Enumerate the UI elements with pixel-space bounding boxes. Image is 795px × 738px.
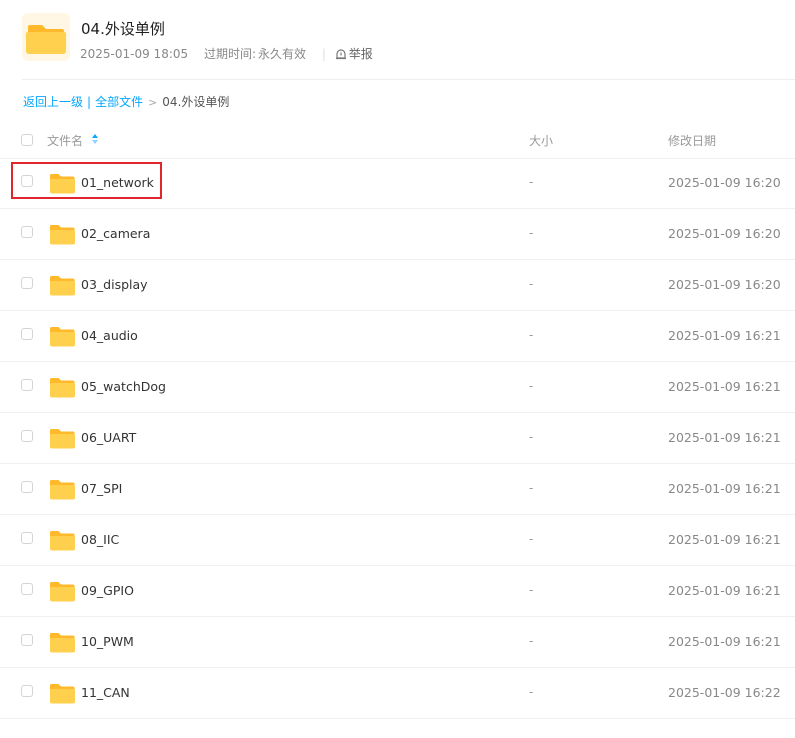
table-header: 文件名 大小 修改日期 bbox=[0, 124, 795, 159]
folder-icon bbox=[50, 633, 75, 653]
breadcrumb-separator: | bbox=[87, 95, 92, 109]
file-modified-date: 2025-01-09 16:20 bbox=[668, 226, 781, 241]
file-name-link[interactable]: 10_PWM bbox=[81, 634, 134, 649]
file-size: - bbox=[529, 634, 534, 648]
file-name-link[interactable]: 02_camera bbox=[81, 226, 150, 241]
file-size: - bbox=[529, 532, 534, 546]
column-header-name[interactable]: 文件名 bbox=[47, 132, 83, 149]
table-row[interactable]: 01_network - 2025-01-09 16:20 bbox=[0, 158, 795, 209]
expire-value: 永久有效 bbox=[258, 47, 307, 61]
file-name-link[interactable]: 08_IIC bbox=[81, 532, 119, 547]
breadcrumb-current: 04.外设单例 bbox=[162, 95, 230, 109]
file-size: - bbox=[529, 685, 534, 699]
meta-divider: | bbox=[321, 47, 326, 61]
row-checkbox[interactable] bbox=[21, 175, 33, 187]
share-meta: 2025-01-09 18:05 过期时间: 永久有效 | 举报 bbox=[80, 45, 397, 62]
file-name-link[interactable]: 01_network bbox=[81, 175, 154, 190]
breadcrumb-all-files-link[interactable]: 全部文件 bbox=[95, 95, 143, 109]
table-row[interactable]: 05_watchDog - 2025-01-09 16:21 bbox=[0, 362, 795, 413]
file-modified-date: 2025-01-09 16:20 bbox=[668, 277, 781, 292]
file-modified-date: 2025-01-09 16:21 bbox=[668, 634, 781, 649]
row-checkbox[interactable] bbox=[21, 532, 33, 544]
table-row[interactable]: 04_audio - 2025-01-09 16:21 bbox=[0, 311, 795, 362]
folder-icon bbox=[50, 174, 75, 194]
row-checkbox[interactable] bbox=[21, 226, 33, 238]
row-checkbox[interactable] bbox=[21, 277, 33, 289]
row-checkbox[interactable] bbox=[21, 481, 33, 493]
table-row[interactable]: 08_IIC - 2025-01-09 16:21 bbox=[0, 515, 795, 566]
file-name-link[interactable]: 09_GPIO bbox=[81, 583, 134, 598]
file-modified-date: 2025-01-09 16:21 bbox=[668, 481, 781, 496]
expire-info: 过期时间: 永久有效 bbox=[204, 47, 306, 61]
file-size: - bbox=[529, 277, 534, 291]
file-list: 01_network - 2025-01-09 16:20 02_camera … bbox=[0, 158, 795, 719]
file-size: - bbox=[529, 175, 534, 189]
table-row[interactable]: 09_GPIO - 2025-01-09 16:21 bbox=[0, 566, 795, 617]
page-title: 04.外设单例 bbox=[81, 20, 165, 38]
file-size: - bbox=[529, 481, 534, 495]
row-checkbox[interactable] bbox=[21, 583, 33, 595]
file-size: - bbox=[529, 328, 534, 342]
table-row[interactable]: 11_CAN - 2025-01-09 16:22 bbox=[0, 668, 795, 719]
folder-icon bbox=[50, 480, 75, 500]
file-size: - bbox=[529, 430, 534, 444]
table-row[interactable]: 03_display - 2025-01-09 16:20 bbox=[0, 260, 795, 311]
row-checkbox[interactable] bbox=[21, 379, 33, 391]
row-checkbox[interactable] bbox=[21, 685, 33, 697]
file-size: - bbox=[529, 379, 534, 393]
file-name-link[interactable]: 05_watchDog bbox=[81, 379, 166, 394]
folder-icon bbox=[50, 327, 75, 347]
file-name-link[interactable]: 11_CAN bbox=[81, 685, 130, 700]
file-size: - bbox=[529, 226, 534, 240]
file-modified-date: 2025-01-09 16:21 bbox=[668, 379, 781, 394]
select-all-checkbox[interactable] bbox=[21, 134, 33, 146]
share-folder-icon bbox=[22, 13, 70, 61]
folder-icon bbox=[50, 429, 75, 449]
sort-icon[interactable] bbox=[91, 133, 99, 145]
file-share-page: 04.外设单例 2025-01-09 18:05 过期时间: 永久有效 | 举报 … bbox=[0, 0, 795, 738]
header-divider bbox=[22, 79, 795, 80]
file-name-link[interactable]: 04_audio bbox=[81, 328, 138, 343]
warning-icon bbox=[335, 49, 346, 60]
folder-icon bbox=[50, 276, 75, 296]
table-row[interactable]: 02_camera - 2025-01-09 16:20 bbox=[0, 209, 795, 260]
chevron-right-icon: > bbox=[148, 96, 158, 109]
table-row[interactable]: 10_PWM - 2025-01-09 16:21 bbox=[0, 617, 795, 668]
breadcrumb-back-link[interactable]: 返回上一级 bbox=[23, 95, 83, 109]
table-row[interactable]: 06_UART - 2025-01-09 16:21 bbox=[0, 413, 795, 464]
file-modified-date: 2025-01-09 16:21 bbox=[668, 583, 781, 598]
expire-label: 过期时间: bbox=[203, 47, 257, 61]
folder-icon bbox=[50, 531, 75, 551]
folder-icon bbox=[50, 378, 75, 398]
row-checkbox[interactable] bbox=[21, 634, 33, 646]
column-header-size: 大小 bbox=[529, 134, 554, 148]
file-modified-date: 2025-01-09 16:21 bbox=[668, 328, 781, 343]
table-row[interactable]: 07_SPI - 2025-01-09 16:21 bbox=[0, 464, 795, 515]
report-label: 举报 bbox=[348, 47, 373, 61]
row-checkbox[interactable] bbox=[21, 328, 33, 340]
file-modified-date: 2025-01-09 16:21 bbox=[668, 532, 781, 547]
folder-icon bbox=[50, 582, 75, 602]
file-name-link[interactable]: 03_display bbox=[81, 277, 148, 292]
breadcrumb: 返回上一级 | 全部文件 >04.外设单例 bbox=[23, 93, 229, 110]
column-header-date[interactable]: 修改日期 bbox=[668, 132, 716, 149]
file-name-link[interactable]: 07_SPI bbox=[81, 481, 122, 496]
share-date: 2025-01-09 18:05 bbox=[80, 47, 189, 61]
folder-icon bbox=[50, 684, 75, 704]
file-modified-date: 2025-01-09 16:22 bbox=[668, 685, 781, 700]
report-button[interactable]: 举报 bbox=[335, 47, 385, 61]
file-modified-date: 2025-01-09 16:21 bbox=[668, 430, 781, 445]
row-checkbox[interactable] bbox=[21, 430, 33, 442]
folder-icon bbox=[50, 225, 75, 245]
share-header: 04.外设单例 2025-01-09 18:05 过期时间: 永久有效 | 举报 bbox=[0, 0, 795, 80]
file-size: - bbox=[529, 583, 534, 597]
file-modified-date: 2025-01-09 16:20 bbox=[668, 175, 781, 190]
file-name-link[interactable]: 06_UART bbox=[81, 430, 136, 445]
